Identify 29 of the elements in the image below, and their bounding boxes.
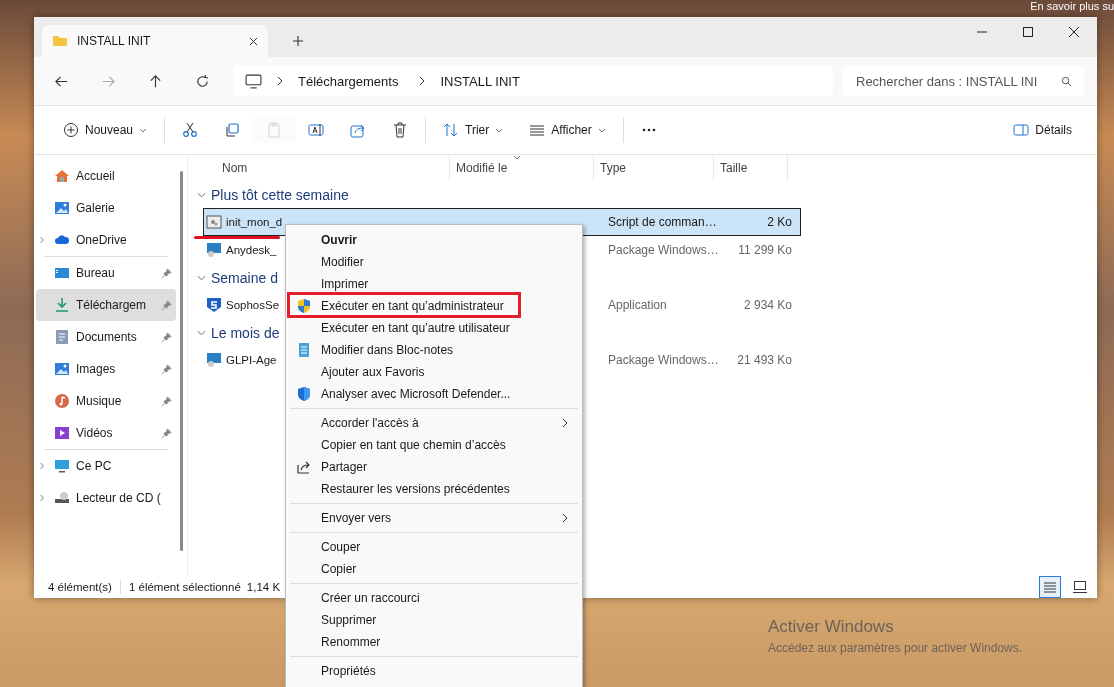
- tab-title: INSTALL INIT: [77, 34, 152, 48]
- selection-info: 1 élément sélectionné: [128, 581, 241, 593]
- file-name: init_mon_d: [226, 216, 283, 228]
- file-size: 21 493 Ko: [736, 353, 793, 367]
- file-name: Anydesk_: [226, 244, 277, 256]
- sidebar-label: OneDrive: [76, 233, 127, 247]
- sidebar-label: Galerie: [76, 201, 115, 215]
- activation-title: Activer Windows: [768, 617, 895, 637]
- sidebar-label: Bureau: [76, 266, 115, 280]
- file-name: SophosSe: [226, 299, 280, 311]
- sidebar-label: Vidéos: [76, 426, 113, 440]
- file-type: Package Windows…: [607, 243, 720, 257]
- activation-text: Accédez aux paramètres pour activer Windows.: [768, 641, 1023, 655]
- file-size: 11 299 Ko: [737, 243, 793, 257]
- sidebar-label: Ce PC: [76, 459, 112, 473]
- file-type: Script de comman…: [607, 215, 718, 229]
- file-type: Application: [607, 298, 668, 312]
- sidebar-label: Images: [76, 362, 116, 376]
- selection-size: 1,14 K: [246, 581, 281, 593]
- item-count: 4 élément(s): [48, 581, 112, 593]
- file-type: Package Windows…: [607, 353, 720, 367]
- sidebar-label: Lecteur de CD (: [76, 491, 161, 505]
- sidebar-label: Téléchargem: [76, 298, 147, 312]
- file-size: 2 934 Ko: [742, 298, 793, 312]
- file-size: 2 Ko: [766, 215, 793, 229]
- sidebar-label: Documents: [76, 330, 137, 344]
- file-name: GLPI-Age: [226, 354, 277, 366]
- sidebar-label: Musique: [76, 394, 122, 408]
- sidebar-label: Accueil: [76, 169, 115, 183]
